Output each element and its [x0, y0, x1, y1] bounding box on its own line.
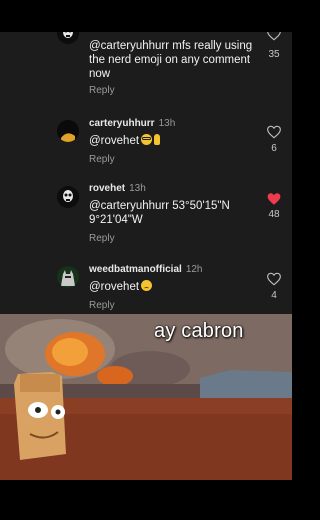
mention-text: @rovehet: [89, 135, 140, 147]
comment-username[interactable]: carteryuhhurr 13h: [89, 118, 175, 129]
like-count: 48: [268, 209, 280, 220]
comment-item: carteryuhhurr 13h @rovehet Reply 6: [0, 118, 292, 178]
meme-caption: ay cabron: [154, 320, 244, 342]
comment-timestamp: 13h: [158, 118, 176, 129]
comment-timestamp: 13h: [129, 32, 146, 34]
avatar[interactable]: [57, 32, 79, 44]
sad-face-emoji-icon: [141, 280, 153, 291]
like-count: 4: [271, 290, 277, 301]
username-text[interactable]: weedbatmanofficial: [89, 264, 182, 275]
avatar[interactable]: [57, 266, 79, 288]
reply-button[interactable]: Reply: [89, 154, 115, 165]
avatar[interactable]: [57, 120, 79, 142]
cartoon-character: [14, 372, 66, 460]
username-text[interactable]: rovehet: [89, 183, 125, 194]
like-count: 6: [271, 143, 277, 154]
reply-button[interactable]: Reply: [89, 85, 115, 96]
comment-text: @rovehet: [89, 134, 259, 148]
pointing-up-emoji-icon: [154, 134, 161, 145]
comment-item: weedbatmanofficial 12h @rovehet Reply 4: [0, 264, 292, 314]
nerd-face-emoji-icon: [141, 134, 153, 145]
reply-button[interactable]: Reply: [89, 233, 115, 244]
username-text[interactable]: rovehet: [89, 32, 125, 34]
skull-avatar-icon: [57, 186, 79, 208]
bottom-black-bar: [0, 480, 292, 520]
comments-panel: rovehet 13h @carteryuhhurr mfs really usi…: [0, 32, 292, 314]
heart-outline-icon[interactable]: [266, 272, 282, 286]
reply-button[interactable]: Reply: [89, 300, 115, 311]
batman-avatar-icon: [57, 266, 79, 288]
comment-text: @carteryuhhurr 53°50'15"N 9°21'04"W: [89, 200, 230, 226]
comment-text: @rovehet: [89, 280, 259, 294]
username-text[interactable]: carteryuhhurr: [89, 118, 155, 129]
skull-avatar-icon: [57, 32, 79, 44]
heart-outline-icon[interactable]: [266, 32, 282, 41]
avatar[interactable]: [57, 186, 79, 208]
comment-username[interactable]: rovehet 13h: [89, 32, 146, 34]
heart-filled-icon[interactable]: [266, 192, 282, 206]
comment-text: @carteryuhhurr mfs really using the nerd…: [89, 40, 253, 80]
comment-timestamp: 13h: [129, 183, 146, 194]
comment-item: rovehet 13h @carteryuhhurr mfs really usi…: [0, 32, 292, 102]
comment-timestamp: 12h: [185, 264, 203, 275]
comment-username[interactable]: weedbatmanofficial 12h: [89, 264, 203, 275]
burning-landscape-illustration: [0, 314, 292, 480]
mention-text: @rovehet: [89, 281, 140, 293]
comment-item: rovehet 13h @carteryuhhurr 53°50'15"N 9°2…: [0, 183, 292, 255]
meme-image: ay cabron: [0, 314, 292, 480]
like-count: 35: [268, 49, 280, 60]
top-black-bar: [0, 0, 292, 32]
comment-username[interactable]: rovehet 13h: [89, 183, 146, 194]
dark-profile-avatar-icon: [57, 120, 79, 142]
heart-outline-icon[interactable]: [266, 125, 282, 139]
